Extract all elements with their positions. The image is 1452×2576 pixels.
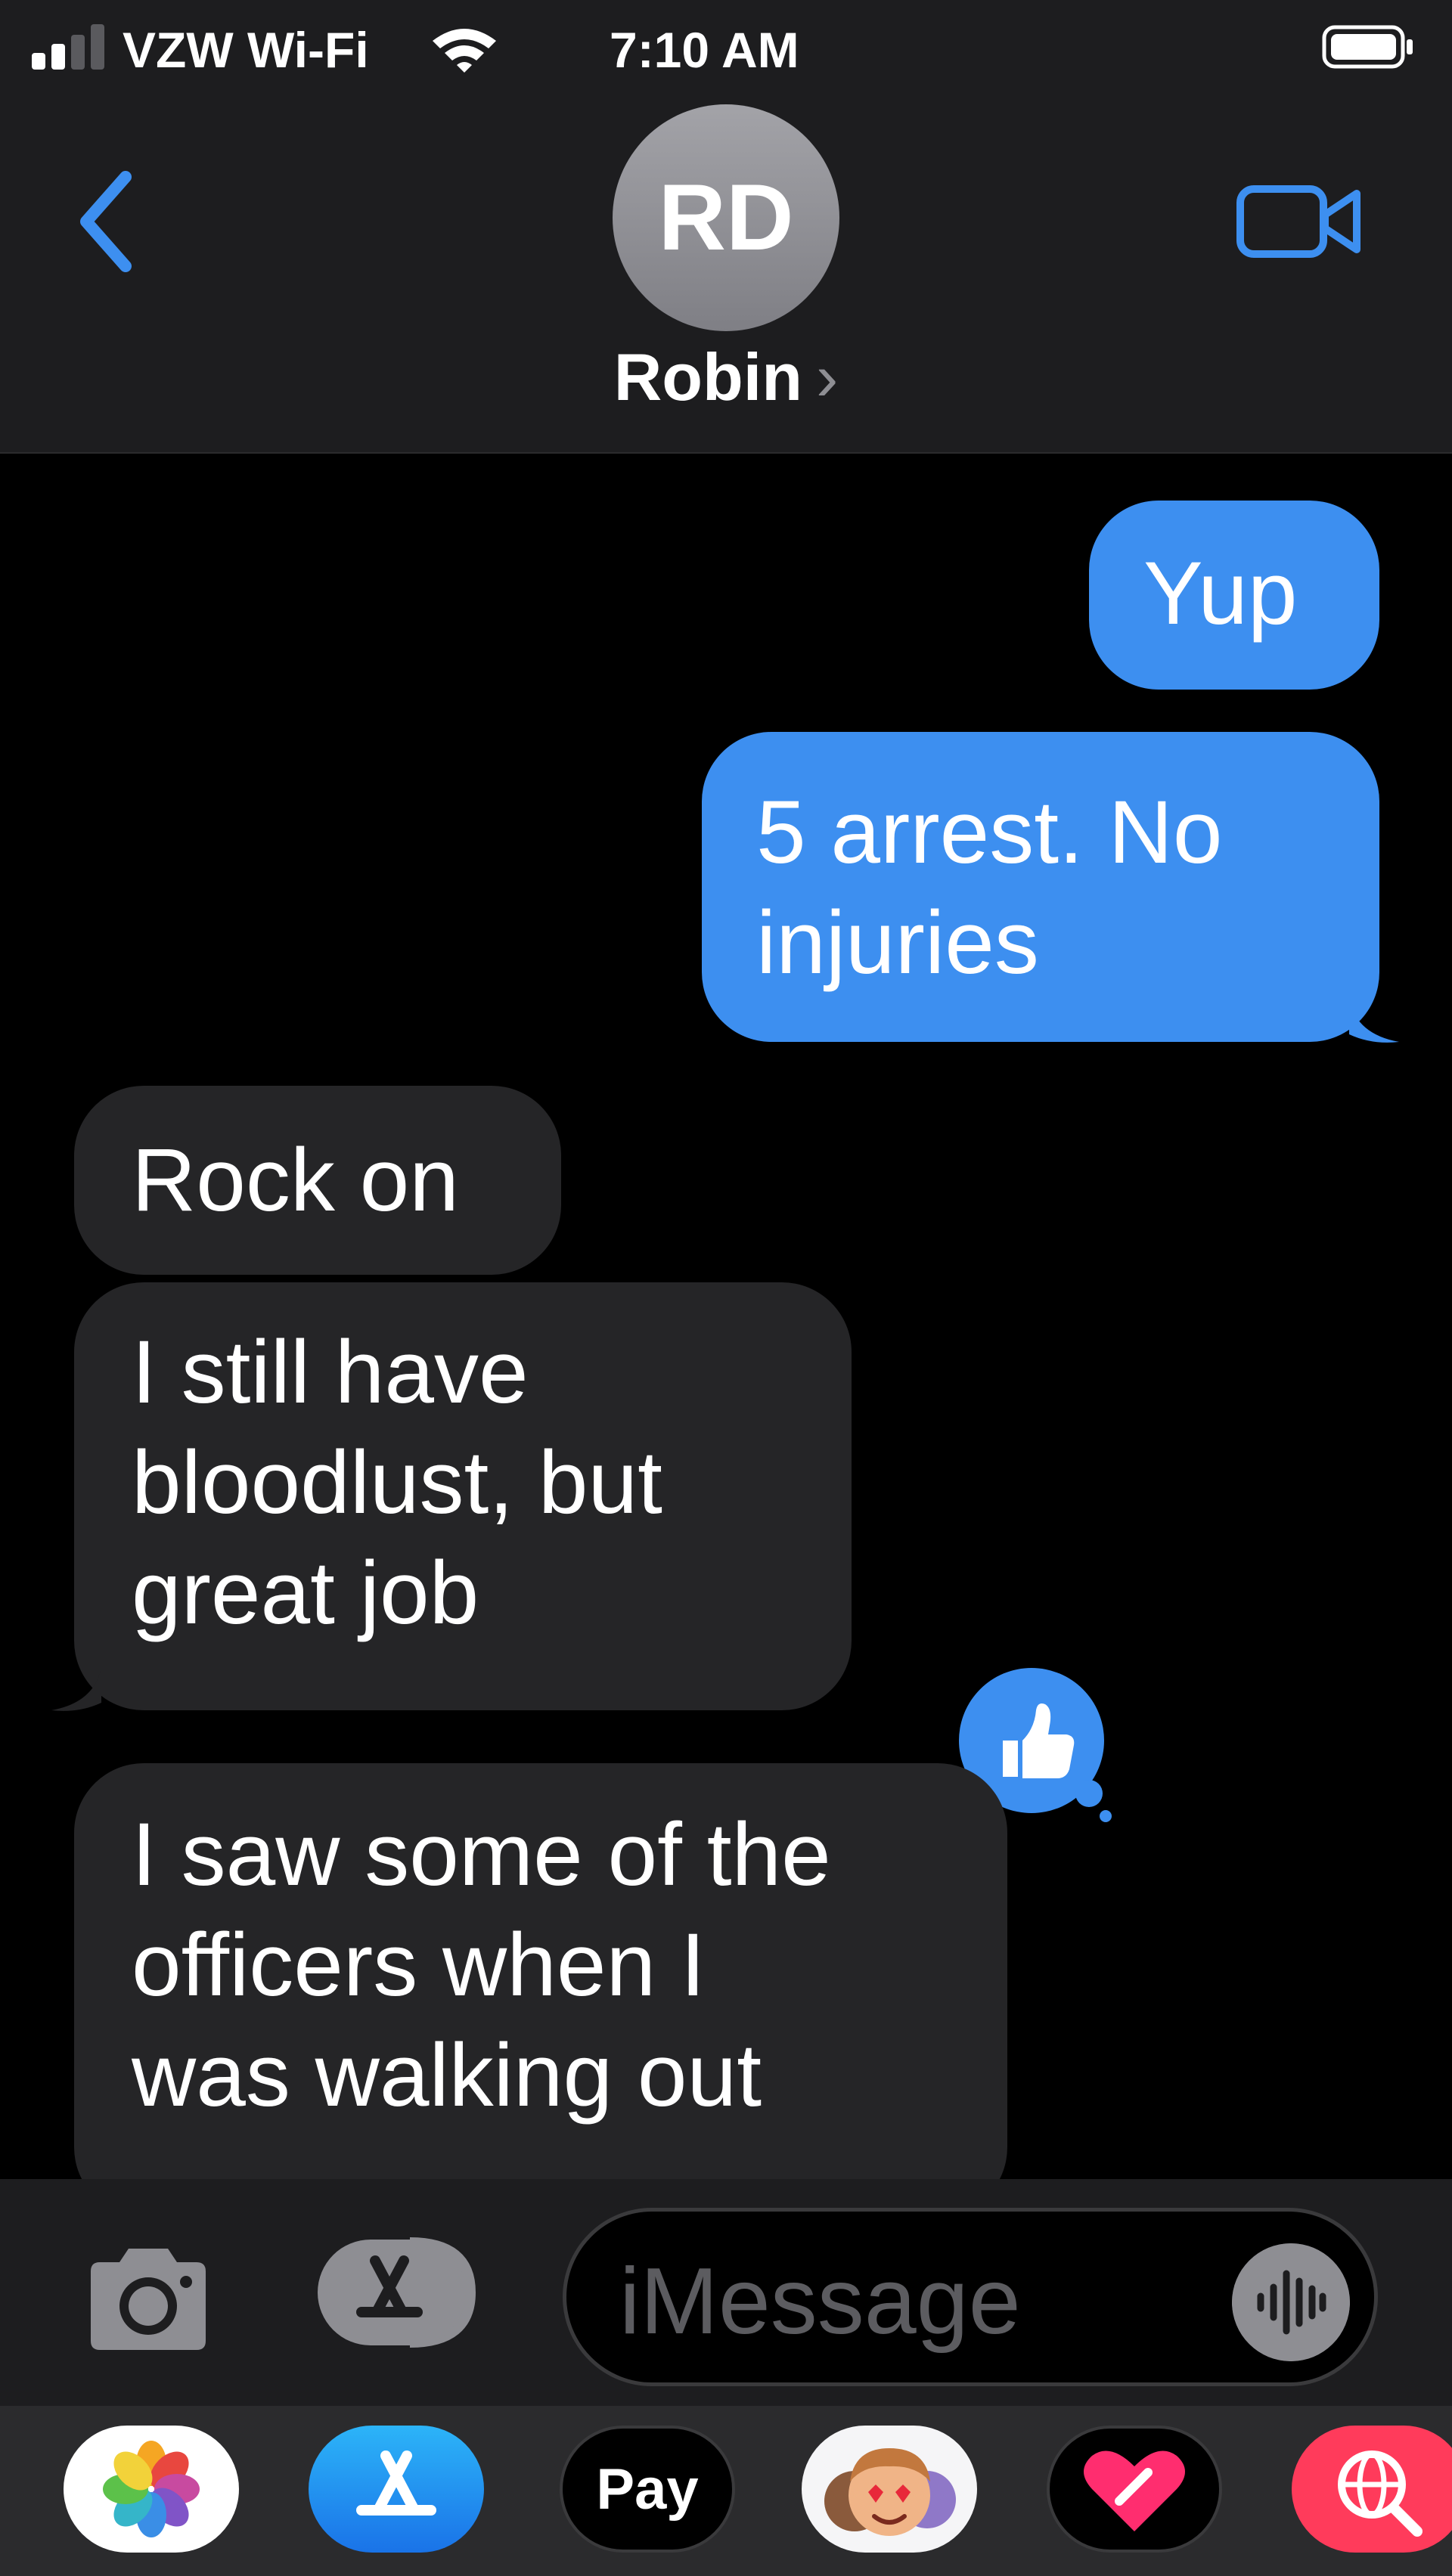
message-text: I still have: [132, 1322, 529, 1422]
message-input[interactable]: [619, 2245, 1239, 2358]
conversation-header: VZW Wi-Fi 7:10 AM RD Robin ›: [0, 0, 1452, 454]
memoji-stickers-button[interactable]: [802, 2426, 977, 2553]
globe-search-icon: [1338, 2450, 1423, 2537]
app-store-icon[interactable]: [312, 2233, 486, 2351]
camera-icon[interactable]: [80, 2243, 216, 2356]
message-text: officers when I: [132, 1915, 706, 2015]
digital-touch-button[interactable]: [1047, 2426, 1222, 2553]
message-field[interactable]: [563, 2208, 1378, 2386]
contact-name: Robin: [613, 339, 802, 414]
message-list[interactable]: Yup 5 arrest. No injuries Rock on I stil…: [0, 454, 1452, 2179]
sent-message[interactable]: 5 arrest. No injuries: [702, 732, 1399, 1043]
message-text: bloodlust, but: [132, 1433, 662, 1533]
contact-avatar[interactable]: RD: [613, 104, 839, 331]
audio-waveform-icon[interactable]: [1232, 2243, 1350, 2361]
back-chevron-icon[interactable]: [73, 165, 141, 278]
sent-message[interactable]: Yup: [1089, 501, 1379, 690]
image-search-button[interactable]: [1292, 2426, 1452, 2553]
message-text: I saw some of the: [132, 1805, 831, 1905]
wifi-icon: [433, 29, 496, 73]
apple-pay-button[interactable]: Pay: [560, 2426, 735, 2553]
contact-name-button[interactable]: Robin ›: [0, 339, 1452, 416]
heart-icon: [1084, 2450, 1185, 2531]
chevron-right-icon: ›: [815, 339, 839, 414]
received-message[interactable]: I still have bloodlust, but great job: [51, 1282, 852, 1711]
status-time: 7:10 AM: [610, 22, 799, 78]
message-text: 5 arrest. No: [756, 783, 1223, 882]
message-text: Yup: [1143, 544, 1298, 643]
memoji-icon: [824, 2448, 956, 2536]
bubble-tail: [1349, 1000, 1399, 1043]
message-text: was walking out: [132, 2026, 762, 2125]
apple-pay-label: Pay: [596, 2457, 699, 2522]
received-message[interactable]: I saw some of the officers when I was wa…: [74, 1763, 1007, 2179]
received-message[interactable]: Rock on: [74, 1086, 561, 1275]
carrier-label: VZW Wi-Fi: [123, 22, 369, 78]
message-composer: [0, 2179, 1452, 2406]
app-store-glyph-icon: [356, 2450, 436, 2516]
photos-flower-icon: [103, 2441, 200, 2537]
message-text: great job: [132, 1543, 479, 1643]
battery-icon: [1322, 25, 1413, 69]
app-drawer: Pay: [0, 2406, 1452, 2576]
video-camera-icon[interactable]: [1236, 180, 1364, 263]
app-store-button[interactable]: [309, 2426, 484, 2553]
signal-bars-icon: [32, 23, 107, 70]
photos-app-button[interactable]: [64, 2426, 239, 2553]
message-text: Rock on: [132, 1130, 459, 1230]
message-text: injuries: [756, 893, 1039, 993]
bubble-tail: [51, 1668, 101, 1711]
